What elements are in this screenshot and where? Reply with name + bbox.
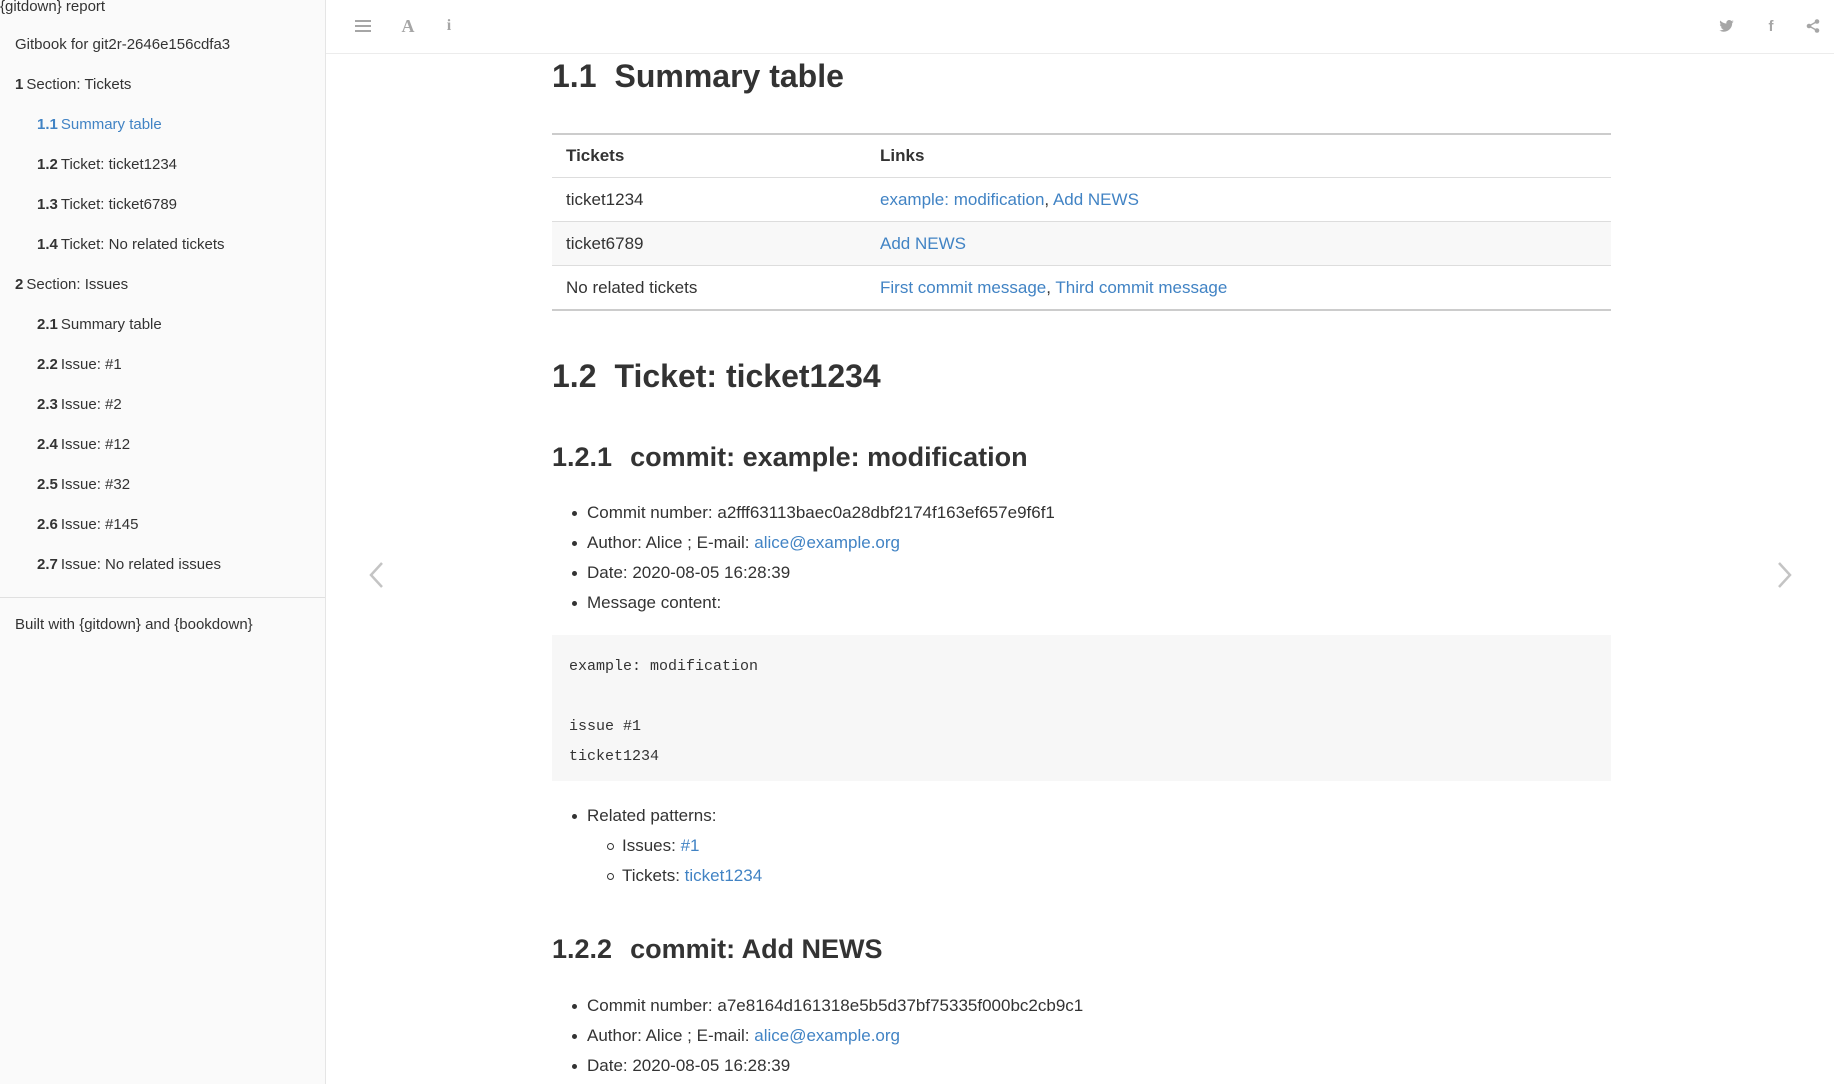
sidebar-item[interactable]: 2.6 Issue: #145 [0,505,325,545]
font-icon[interactable]: A [396,14,420,38]
previous-page-icon[interactable] [361,555,391,595]
commit-link[interactable]: First commit message [880,278,1046,297]
built-with-link[interactable]: Built with {gitdown} and {bookdown} [15,616,253,633]
links-cell: Add NEWS [866,221,1611,266]
sidebar-item-label: Ticket: ticket1234 [60,156,178,173]
related-patterns-sublist: Issues: #1 Tickets: ticket1234 [587,831,762,891]
sidebar-item-label: Gitbook for git2r-2646e156cdfa3 [15,36,231,53]
sidebar-item-label: Issue: #1 [60,356,122,373]
related-patterns-list: Related patterns: Issues: #1 Tickets: ti… [552,801,762,891]
column-header-links: Links [866,134,1611,178]
commit-message-code-block: example: modification issue #1 ticket1234 [552,635,1611,781]
list-item: Tickets: ticket1234 [606,861,763,891]
issue-link[interactable]: #1 [681,836,700,855]
table-row: No related tickets First commit message,… [552,265,1611,311]
sidebar-item-label: Summary table [60,316,162,333]
next-page-icon[interactable] [1770,555,1800,595]
sidebar-item-label: Section: Issues [26,276,129,293]
sidebar-item-label: Ticket: ticket6789 [60,196,178,213]
share-icon[interactable] [1801,14,1825,38]
list-item: Issues: #1 [606,831,762,861]
menu-icon[interactable] [351,14,375,38]
sidebar-item-label: Section: Tickets [26,76,132,93]
email-link[interactable]: alice@example.org [754,533,900,552]
commit-link[interactable]: Third commit message [1055,278,1227,297]
sidebar-item[interactable]: 2.3 Issue: #2 [0,385,325,425]
ticket-link[interactable]: ticket1234 [685,866,763,885]
links-cell: First commit message, Third commit messa… [866,265,1611,311]
commit-link[interactable]: Add NEWS [880,234,966,253]
sidebar-item[interactable]: 1.3 Ticket: ticket6789 [0,185,325,225]
sidebar-item-number: 1 [15,76,24,93]
sidebar-item[interactable]: 1.4 Ticket: No related tickets [0,225,325,265]
section-heading-1-1: 1.1 Summary table [552,58,844,94]
sidebar-item[interactable]: 2.5 Issue: #32 [0,465,325,505]
table-row: ticket1234 example: modification, Add NE… [552,177,1611,222]
column-header-tickets: Tickets [552,134,866,178]
twitter-icon[interactable] [1714,14,1738,38]
sidebar-item-number: 2 [15,276,24,293]
book-header-toolbar: A i f [326,0,1834,54]
section-heading-1-2: 1.2 Ticket: ticket1234 [552,358,881,394]
list-item: Commit number: a2fff63113baec0a28dbf2174… [572,498,1055,528]
sidebar-item-label: Issue: #2 [60,396,122,413]
sidebar-item-number: 2.1 [37,316,58,333]
facebook-icon[interactable]: f [1759,14,1783,38]
sidebar-item-label: Issue: No related issues [60,556,221,573]
commit-hash: a7e8164d161318e5b5d37bf75335f000bc2cb9c1 [717,996,1084,1015]
subsection-heading-1-2-2: 1.2.2 commit: Add NEWS [552,934,883,964]
sidebar-item[interactable]: 1.2 Ticket: ticket1234 [0,145,325,185]
list-item: Commit number: a7e8164d161318e5b5d37bf75… [571,991,1084,1021]
sidebar-item-number: 2.5 [37,476,58,493]
sidebar-item[interactable]: 2.2 Issue: #1 [0,345,325,385]
commit-details-list: Commit number: a2fff63113baec0a28dbf2174… [552,498,1055,618]
sidebar-item[interactable]: Gitbook for git2r-2646e156cdfa3 [0,25,325,65]
list-item: Date: 2020-08-05 16:28:39 [571,1051,1083,1081]
sidebar-item-label: Summary table [60,116,162,133]
table-row: ticket6789 Add NEWS [552,221,1611,266]
commit-hash: a2fff63113baec0a28dbf2174f163ef657e9f6f1 [717,503,1055,522]
sidebar-item[interactable]: 2.7 Issue: No related issues [0,545,325,585]
sidebar: {gitdown} report Gitbook for git2r-2646e… [0,0,326,1084]
sidebar-divider [0,597,325,598]
book-brand: {gitdown} report [0,0,106,15]
sidebar-item-number: 2.4 [37,436,58,453]
list-item: Related patterns: Issues: #1 Tickets: ti… [571,801,762,891]
ticket-cell: ticket6789 [552,221,866,266]
sidebar-item-number: 1.1 [37,116,58,133]
sidebar-item-label: Issue: #145 [60,516,139,533]
summary-table: Tickets Links ticket1234 example: modifi… [552,133,1611,311]
toc-nav: Gitbook for git2r-2646e156cdfa3 1 Section:… [0,25,325,585]
ticket-cell: ticket1234 [552,177,866,222]
list-item: Author: Alice ; E-mail: alice@example.or… [572,528,1055,558]
sidebar-item[interactable]: 1.1 Summary table [0,105,325,145]
sidebar-item-number: 2.6 [37,516,58,533]
sidebar-item-number: 2.7 [37,556,58,573]
sidebar-item-label: Ticket: No related tickets [60,236,225,253]
list-item: Message content: [572,588,1055,618]
sidebar-item[interactable]: 2.1 Summary table [0,305,325,345]
sidebar-item-number: 2.3 [37,396,58,413]
sidebar-item-label: Issue: #32 [60,476,131,493]
sidebar-item-label: Issue: #12 [60,436,131,453]
sidebar-item[interactable]: 2.4 Issue: #12 [0,425,325,465]
commit-details-list: Commit number: a7e8164d161318e5b5d37bf75… [552,991,1083,1081]
subsection-heading-1-2-1: 1.2.1 commit: example: modification [552,442,1028,472]
ticket-cell: No related tickets [552,265,866,311]
sidebar-item[interactable]: 1 Section: Tickets [0,65,325,105]
commit-link[interactable]: example: modification [880,190,1044,209]
list-item: Date: 2020-08-05 16:28:39 [572,558,1055,588]
sidebar-item[interactable]: 2 Section: Issues [0,265,325,305]
info-icon[interactable]: i [437,14,461,38]
list-item: Author: Alice ; E-mail: alice@example.or… [571,1021,1083,1051]
commit-link[interactable]: Add NEWS [1053,190,1139,209]
sidebar-item-number: 2.2 [37,356,58,373]
links-cell: example: modification, Add NEWS [866,177,1611,222]
table-header-row: Tickets Links [552,134,1611,178]
sidebar-item-number: 1.4 [37,236,58,253]
sidebar-item-number: 1.2 [37,156,58,173]
email-link[interactable]: alice@example.org [754,1026,900,1045]
sidebar-item-number: 1.3 [37,196,58,213]
